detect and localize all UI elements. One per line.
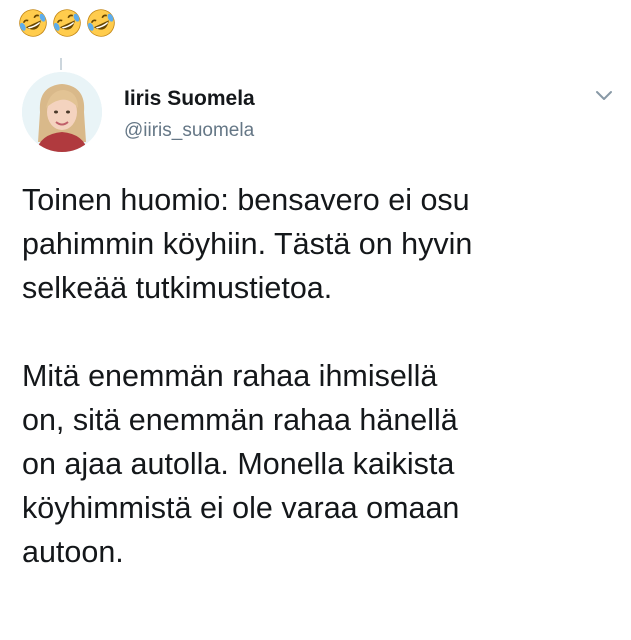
tweet-text: Toinen huomio: bensavero ei osu pahimmin… [22, 178, 622, 574]
chevron-down-icon[interactable] [594, 88, 614, 104]
tweet-author: Iiris Suomela @iiris_suomela [124, 87, 255, 142]
tweet-paragraph: Toinen huomio: bensavero ei osu pahimmin… [22, 183, 473, 305]
thread-connector-line [60, 58, 62, 70]
rofl-emoji-icon [53, 9, 81, 37]
emoji-row [18, 8, 116, 38]
profile-photo-icon [22, 72, 102, 152]
rofl-emoji-icon [87, 9, 115, 37]
avatar[interactable] [22, 72, 102, 152]
author-handle[interactable]: @iiris_suomela [124, 120, 255, 142]
rofl-emoji-icon [19, 9, 47, 37]
author-display-name[interactable]: Iiris Suomela [124, 87, 255, 111]
tweet-paragraph: Mitä enemmän rahaa ihmisellä on, sitä en… [22, 359, 460, 569]
